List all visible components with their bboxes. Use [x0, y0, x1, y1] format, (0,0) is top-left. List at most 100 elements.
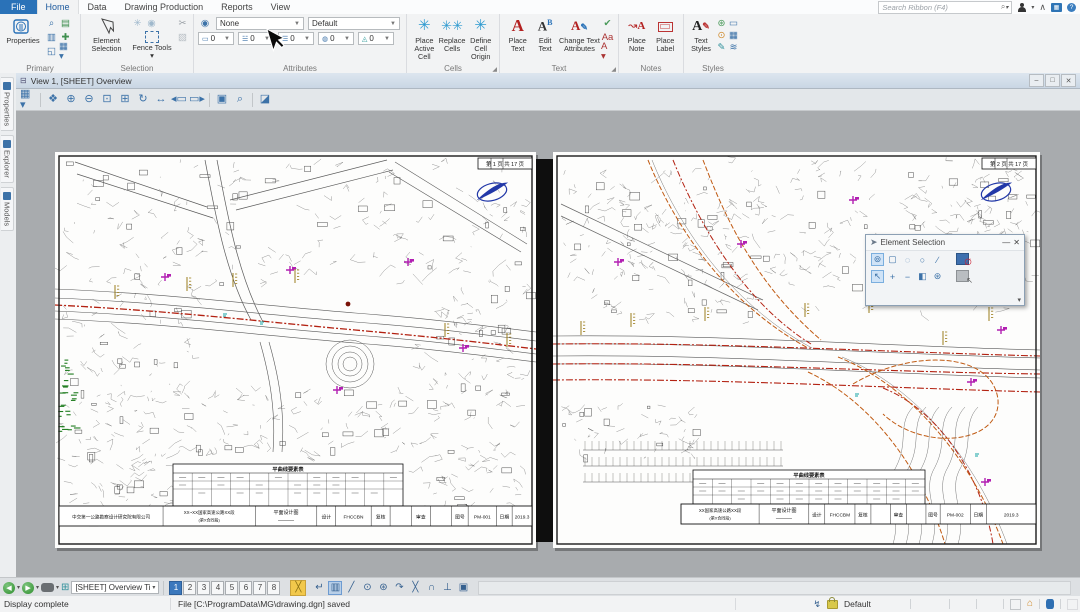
snap-center-icon[interactable]: ⊙: [360, 581, 374, 595]
copy-view-icon[interactable]: ▣: [214, 92, 230, 108]
dock-tab-explorer[interactable]: Explorer: [1, 135, 14, 183]
drawing-canvas[interactable]: 第 1 页 共 17 页平曲线要素表中交第一公路勘察设计研究院有限公司XX~XX…: [16, 111, 1080, 577]
method-invert-icon[interactable]: ◧: [916, 270, 929, 283]
drop-text-icon[interactable]: A ▾: [601, 45, 614, 58]
view-toggle-8[interactable]: 8: [267, 581, 280, 595]
view-next-icon[interactable]: ▭▸: [189, 92, 205, 108]
view-toggle-7[interactable]: 7: [253, 581, 266, 595]
snap-perp-icon[interactable]: ⊥: [440, 581, 454, 595]
accudraw-toggle-button[interactable]: ╳: [290, 580, 306, 596]
define-cell-origin-button[interactable]: ✳Define Cell Origin: [466, 17, 495, 61]
view-toggle-3[interactable]: 3: [197, 581, 210, 595]
view-title-bar[interactable]: ⊟ View 1, [SHEET] Overview –□✕: [16, 73, 1080, 89]
design-history-icon[interactable]: [1046, 599, 1054, 609]
select-shape-icon[interactable]: ◌: [901, 253, 914, 266]
search-caret-icon[interactable]: ▾: [1005, 4, 1008, 11]
scissors-icon[interactable]: ✂: [176, 17, 189, 30]
user-caret-icon[interactable]: ▾: [1031, 4, 1034, 11]
active-snap-icon[interactable]: ↯: [813, 599, 821, 610]
magnifier-icon[interactable]: ⌕: [45, 17, 58, 30]
properties-button[interactable]: Properties: [4, 17, 42, 45]
tab-data[interactable]: Data: [79, 0, 116, 14]
place-active-cell-button[interactable]: ✳Place Active Cell: [411, 17, 438, 61]
cells-dialog-launcher[interactable]: ◢: [492, 66, 497, 73]
tab-view[interactable]: View: [262, 0, 299, 14]
tab-drawing-production[interactable]: Drawing Production: [116, 0, 213, 14]
view-previous-icon[interactable]: ◂▭: [171, 92, 187, 108]
user-icon[interactable]: [1017, 3, 1026, 12]
view-search-icon[interactable]: ⌕: [232, 92, 248, 108]
home-icon[interactable]: ⌂: [1027, 599, 1033, 609]
view-maximize-button[interactable]: □: [1045, 74, 1060, 87]
paste-icon[interactable]: ▧: [176, 31, 189, 44]
view-minimize-button[interactable]: –: [1029, 74, 1044, 87]
snap-elbow-icon[interactable]: ↵: [312, 581, 326, 595]
active-level-combo[interactable]: Default ▼: [308, 17, 400, 30]
dock-tab-properties[interactable]: Properties: [1, 77, 14, 131]
dialog-expand-icon[interactable]: ▾: [1017, 296, 1021, 304]
select-previous-icon[interactable]: ↖: [956, 270, 971, 283]
rotate-view-icon[interactable]: ↻: [135, 92, 151, 108]
view-next-button[interactable]: ▶: [22, 582, 34, 594]
view-toggle-6[interactable]: 6: [239, 581, 252, 595]
select-circle-icon[interactable]: ○: [916, 253, 929, 266]
window-area-icon[interactable]: ⊡: [99, 92, 115, 108]
new-selection-icon[interactable]: ∅: [956, 253, 971, 266]
sheet-2[interactable]: 第 2 页 共 17 页平曲线要素表XX国家高速公路XX段(第X合同段)平面设计…: [553, 152, 1040, 548]
attribute-mini-combo-2[interactable]: ☰0▼: [278, 32, 314, 45]
close-icon[interactable]: ✕: [1013, 238, 1020, 247]
view-attributes-icon[interactable]: ▦ ▾: [20, 92, 36, 108]
select-block-icon[interactable]: ▢: [886, 253, 899, 266]
pan-view-icon[interactable]: ↔: [153, 92, 169, 108]
select-individual-icon[interactable]: ⊚: [871, 253, 884, 266]
dialog-title-bar[interactable]: ➤ Element Selection — ✕: [866, 235, 1024, 251]
attribute-mini-combo-0[interactable]: ▭0▼: [198, 32, 234, 45]
minimize-icon[interactable]: —: [1002, 238, 1010, 247]
view-toggle-4[interactable]: 4: [211, 581, 224, 595]
change-text-attributes-button[interactable]: A✎Change Text Attributes: [559, 17, 600, 53]
element-selection-button[interactable]: Element Selection: [85, 17, 128, 53]
text-styles-button[interactable]: A✎ Text Styles: [688, 17, 714, 53]
tab-reports[interactable]: Reports: [212, 0, 262, 14]
snap-gear-icon[interactable]: ⊛: [376, 581, 390, 595]
update-view-icon[interactable]: ❖: [45, 92, 61, 108]
star-icon[interactable]: ✳: [131, 17, 144, 30]
place-text-button[interactable]: APlace Text: [504, 17, 531, 53]
attribute-mini-combo-3[interactable]: ◍0▼: [318, 32, 354, 45]
spellcheck-icon[interactable]: ✔: [601, 17, 614, 30]
dock-tab-models[interactable]: Models: [1, 187, 14, 231]
ribbon-search-input[interactable]: Search Ribbon (F4) ⌕ ▾: [878, 1, 1012, 14]
chevron-down-icon[interactable]: ▾: [17, 584, 20, 591]
edit-text-button[interactable]: ABEdit Text: [532, 17, 557, 53]
place-label-button[interactable]: Place Label: [652, 17, 680, 53]
help-icon[interactable]: ?: [1067, 3, 1076, 12]
element-selection-dialog[interactable]: ➤ Element Selection — ✕ ⊚▢◌○∕ ∅ ↖+−◧⊛ ↖ …: [865, 234, 1025, 306]
active-attributes-combo[interactable]: None ▼: [216, 17, 304, 30]
view-close-button[interactable]: ✕: [1061, 74, 1076, 87]
snap-curve-icon[interactable]: ↷: [392, 581, 406, 595]
view-toggle-2[interactable]: 2: [183, 581, 196, 595]
active-level-field[interactable]: Default: [844, 599, 904, 609]
zoom-out-icon[interactable]: ⊖: [81, 92, 97, 108]
grid-icon[interactable]: ▦ ▾: [59, 45, 72, 58]
tab-file[interactable]: File: [0, 0, 37, 14]
fence-tools-button[interactable]: Fence Tools ▾: [131, 31, 173, 60]
clipboard-icon[interactable]: ▥: [45, 31, 58, 44]
target-icon[interactable]: ◉: [145, 17, 158, 30]
sheet-1[interactable]: 第 1 页 共 17 页平曲线要素表中交第一公路勘察设计研究院有限公司XX~XX…: [55, 152, 536, 548]
chevron-down-icon[interactable]: ▾: [36, 584, 39, 591]
fit-view-icon[interactable]: ⊞: [117, 92, 133, 108]
view-toggle-5[interactable]: 5: [225, 581, 238, 595]
zoom-in-icon[interactable]: ⊕: [63, 92, 79, 108]
attribute-mini-combo-1[interactable]: ☱0▼: [238, 32, 274, 45]
snap-intersect-icon[interactable]: ╳: [408, 581, 422, 595]
lock-icon[interactable]: [827, 600, 838, 609]
tab-home[interactable]: Home: [37, 0, 79, 14]
replace-cells-button[interactable]: ✳✳Replace Cells: [439, 17, 466, 53]
method-subtract-icon[interactable]: −: [901, 270, 914, 283]
view-group-combo[interactable]: [SHEET] Overview Ti ▾: [71, 581, 159, 594]
snap-nearest-icon[interactable]: ╱: [344, 581, 358, 595]
connect-advisor-icon[interactable]: ▦: [1051, 3, 1062, 12]
method-add-icon[interactable]: +: [886, 270, 899, 283]
collapse-ribbon-icon[interactable]: ∧: [1039, 3, 1046, 12]
